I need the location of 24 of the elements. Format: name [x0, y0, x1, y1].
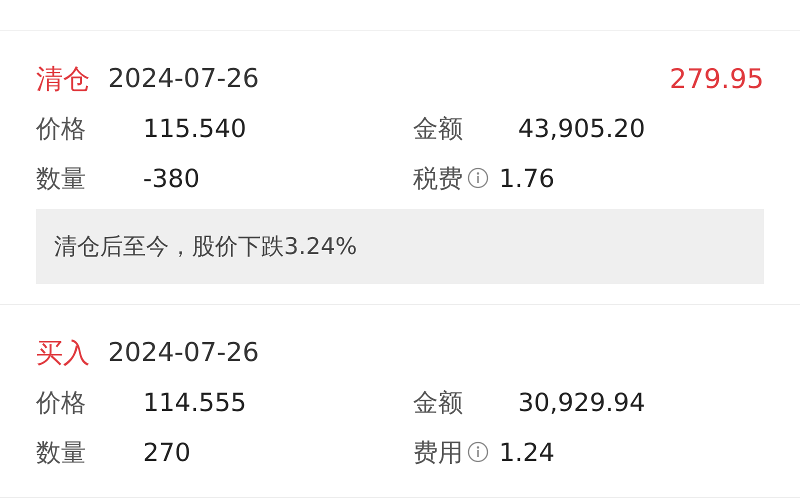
field-value: 115.540	[143, 114, 246, 142]
price-change-note: 清仓后至今，股价下跌3.24%	[36, 209, 764, 284]
field-label: 金额	[413, 386, 464, 418]
field-value: 30,929.94	[518, 388, 646, 416]
field-label: 税费	[413, 162, 463, 194]
info-icon[interactable]	[467, 167, 489, 189]
field-value: 114.555	[143, 388, 246, 416]
field-label: 金额	[413, 112, 464, 144]
trade-type: 清仓	[36, 63, 90, 97]
field-value: 43,905.20	[518, 114, 646, 142]
field-value: 1.24	[499, 438, 555, 466]
trade-date: 2024-07-26	[108, 64, 260, 94]
field-value: 1.76	[499, 164, 555, 192]
field-label: 数量	[36, 436, 87, 468]
trade-date: 2024-07-26	[108, 338, 260, 368]
field-label: 数量	[36, 162, 87, 194]
trade-type: 买入	[36, 337, 90, 371]
field-value: -380	[143, 164, 200, 192]
field-label: 价格	[36, 112, 87, 144]
info-icon[interactable]	[467, 441, 489, 463]
profit-amount: 279.95	[670, 64, 764, 94]
field-label: 价格	[36, 386, 87, 418]
field-label: 费用	[413, 436, 463, 468]
field-value: 270	[143, 438, 191, 466]
